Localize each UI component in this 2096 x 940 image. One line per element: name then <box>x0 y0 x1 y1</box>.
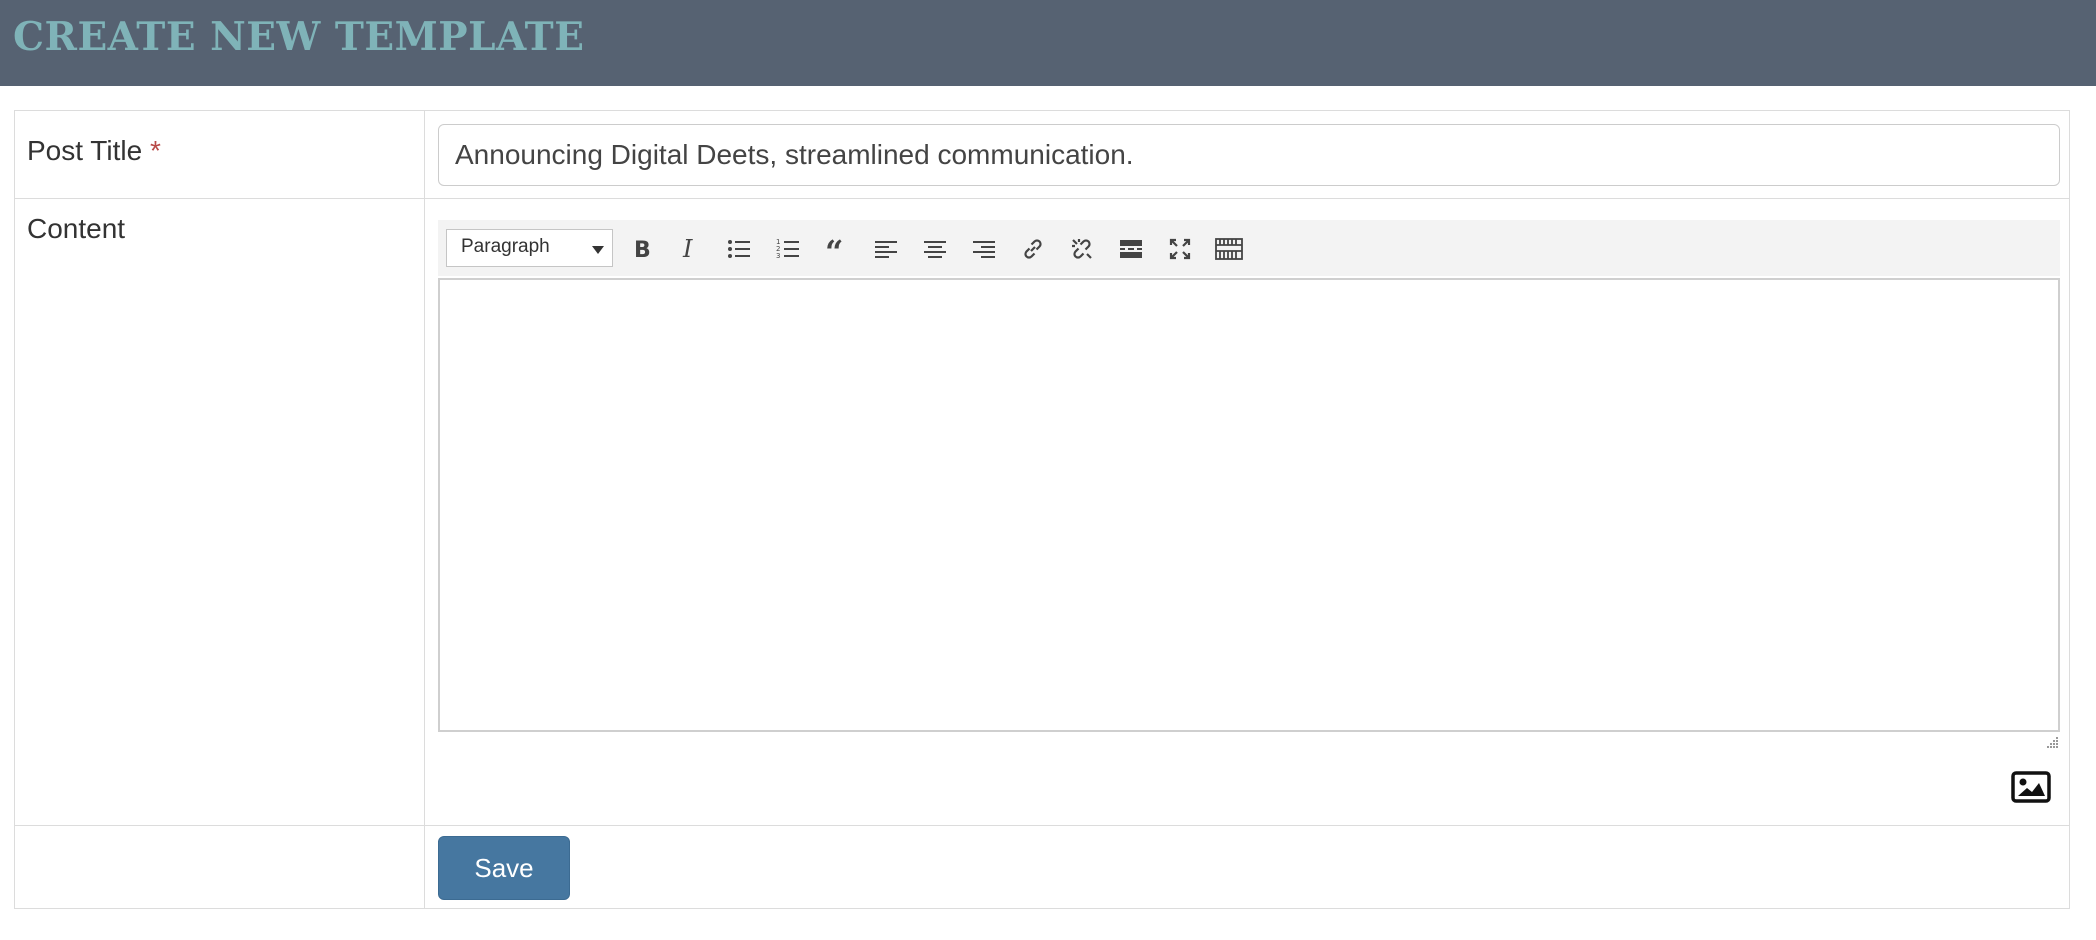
svg-text:B: B <box>634 238 651 261</box>
content-editor[interactable] <box>438 278 2060 732</box>
page-header: CREATE NEW TEMPLATE <box>0 0 2096 86</box>
post-title-label-text: Post Title <box>27 135 143 166</box>
save-button[interactable]: Save <box>438 836 570 900</box>
actions-row: Save <box>15 826 2069 908</box>
post-title-label: Post Title * <box>27 135 161 167</box>
svg-text:“: “ <box>825 239 843 259</box>
italic-icon[interactable]: I <box>673 232 707 266</box>
template-form: Post Title * Content Paragraph B I <box>14 110 2070 909</box>
resize-handle-icon[interactable] <box>2045 735 2059 749</box>
post-title-input[interactable] <box>438 124 2060 186</box>
svg-text:3: 3 <box>776 252 780 260</box>
format-select[interactable]: Paragraph <box>446 229 613 267</box>
svg-text:I: I <box>682 237 693 261</box>
align-left-icon[interactable] <box>869 232 903 266</box>
required-marker: * <box>149 135 161 166</box>
link-icon[interactable] <box>1016 232 1050 266</box>
format-select-value: Paragraph <box>461 236 550 257</box>
bullet-list-icon[interactable] <box>722 232 756 266</box>
post-title-row: Post Title * <box>15 111 2069 199</box>
align-right-icon[interactable] <box>967 232 1001 266</box>
content-row: Content Paragraph B I 1 2 3 “ <box>15 199 2069 826</box>
page-title: CREATE NEW TEMPLATE <box>13 14 585 60</box>
image-icon[interactable] <box>2011 770 2051 804</box>
read-more-icon[interactable] <box>1114 232 1148 266</box>
chevron-down-icon <box>592 246 604 254</box>
editor-toolbar: Paragraph B I 1 2 3 “ <box>438 220 2060 276</box>
unlink-icon[interactable] <box>1065 232 1099 266</box>
content-label: Content <box>27 213 126 244</box>
numbered-list-icon[interactable]: 1 2 3 <box>771 232 805 266</box>
blockquote-icon[interactable]: “ <box>820 232 854 266</box>
toolbar-toggle-icon[interactable] <box>1212 232 1246 266</box>
bold-icon[interactable]: B <box>624 232 658 266</box>
fullscreen-icon[interactable] <box>1163 232 1197 266</box>
align-center-icon[interactable] <box>918 232 952 266</box>
